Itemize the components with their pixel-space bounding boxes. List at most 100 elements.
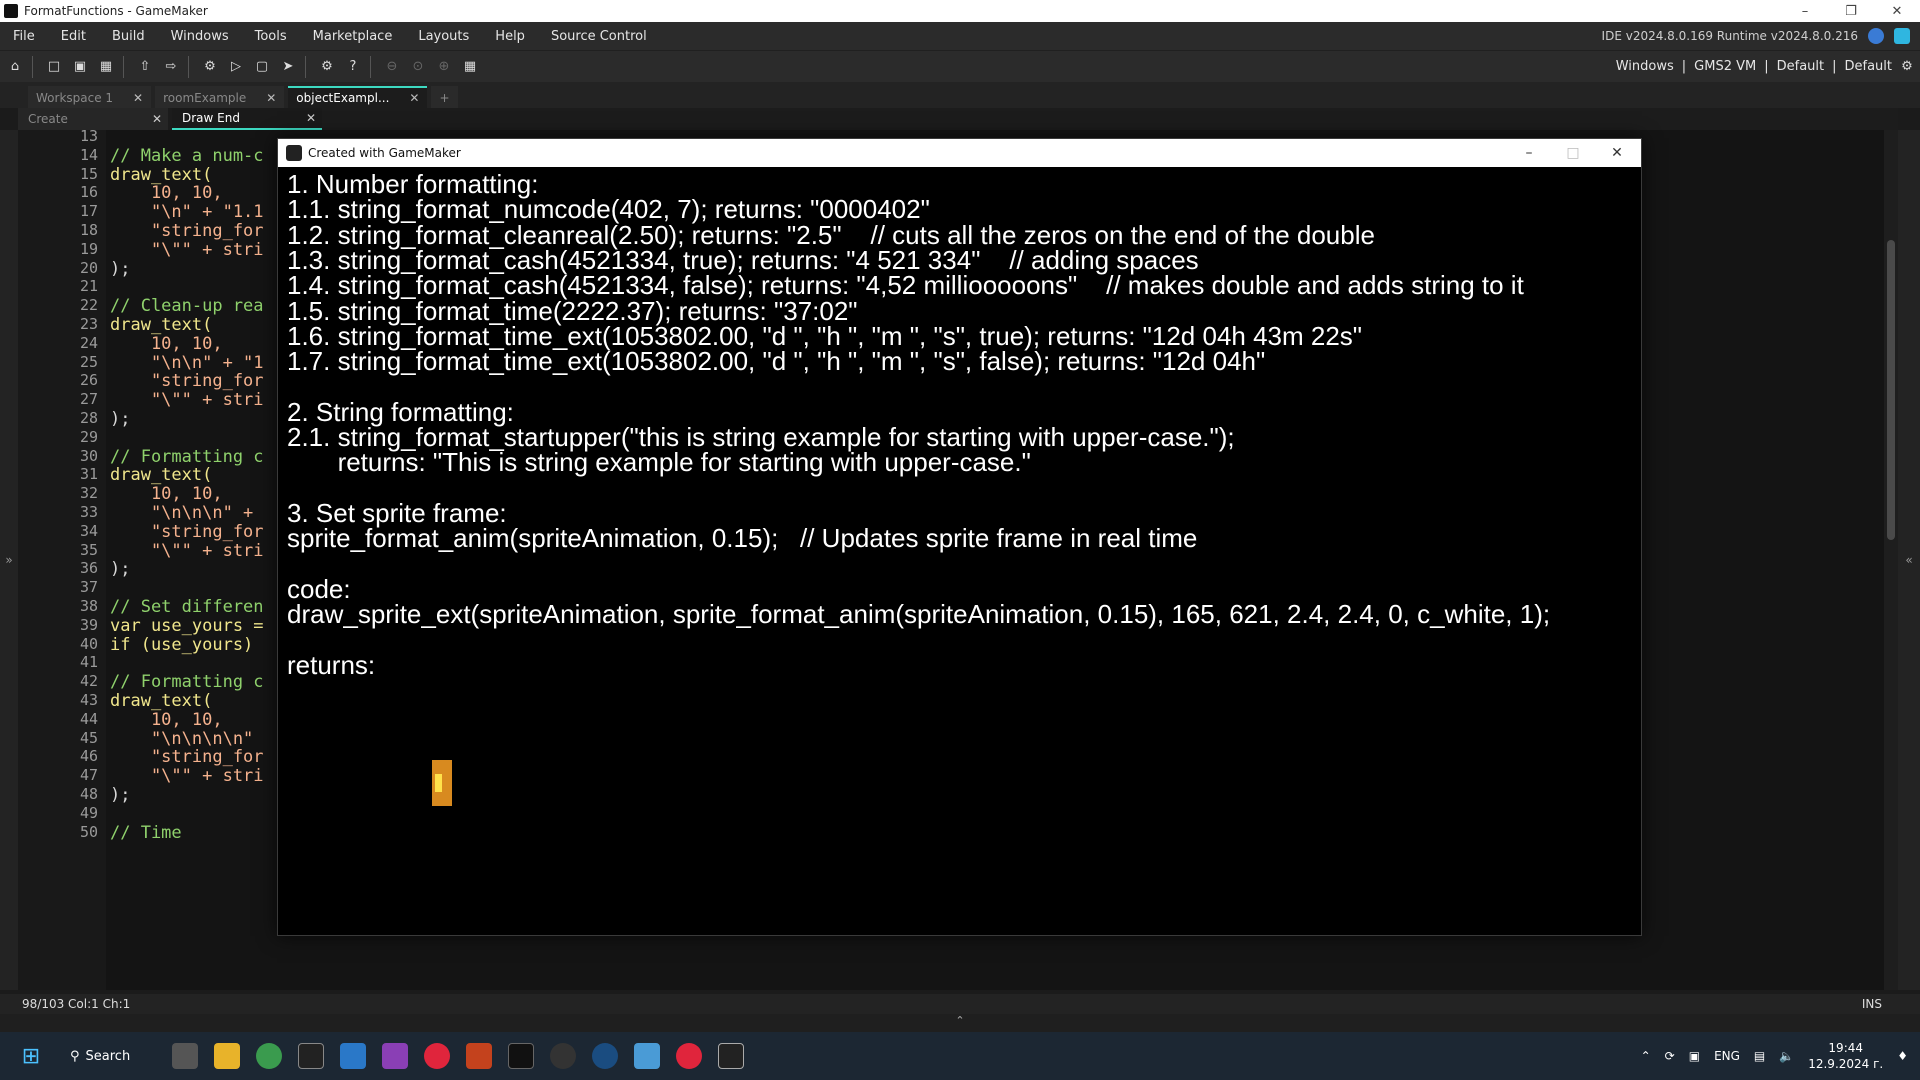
target-vm[interactable]: GMS2 VM	[1694, 59, 1756, 74]
stop-icon[interactable]: ▢	[251, 56, 273, 78]
code-line[interactable]: );	[110, 409, 130, 429]
editor-scrollbar[interactable]	[1884, 130, 1898, 990]
close-tab-icon[interactable]: ✕	[266, 91, 276, 105]
target-config[interactable]: Default	[1777, 59, 1825, 74]
app-icon[interactable]	[466, 1043, 492, 1069]
code-line[interactable]: "string_for	[110, 221, 264, 241]
minimize-button[interactable]: –	[1782, 0, 1828, 22]
code-line[interactable]: // Time	[110, 823, 182, 843]
game-maximize-button[interactable]: □	[1551, 139, 1595, 167]
menu-build[interactable]: Build	[99, 29, 158, 44]
taskbar-search[interactable]: ⚲ Search	[60, 1040, 156, 1072]
code-line[interactable]: var use_yours =	[110, 616, 264, 636]
code-line[interactable]: "\n" + "1.1	[110, 202, 264, 222]
code-line[interactable]: "\"" + stri	[110, 390, 264, 410]
code-line[interactable]: );	[110, 259, 130, 279]
language-indicator[interactable]: ENG	[1714, 1049, 1740, 1063]
affinity-designer-icon[interactable]	[340, 1043, 366, 1069]
run-icon[interactable]: ▷	[225, 56, 247, 78]
game-window-titlebar[interactable]: Created with GameMaker – □ ✕	[278, 139, 1641, 167]
code-line[interactable]: "\n\n\n\n"	[110, 729, 253, 749]
tab-workspace-1[interactable]: Workspace 1 ✕	[28, 86, 152, 108]
game-close-button[interactable]: ✕	[1595, 139, 1639, 167]
code-line[interactable]: if (use_yours)	[110, 635, 253, 655]
gamemaker-running-icon[interactable]	[718, 1043, 744, 1069]
media-player-icon[interactable]	[424, 1043, 450, 1069]
code-line[interactable]: "string_for	[110, 371, 264, 391]
code-line[interactable]: );	[110, 785, 130, 805]
close-button[interactable]: ✕	[1874, 0, 1920, 22]
menu-tools[interactable]: Tools	[242, 29, 300, 44]
right-dock-toggle[interactable]: «	[1898, 130, 1920, 990]
save-icon[interactable]: ▦	[95, 56, 117, 78]
menu-layouts[interactable]: Layouts	[405, 29, 482, 44]
menu-help[interactable]: Help	[482, 29, 538, 44]
grid-icon[interactable]: ▦	[459, 56, 481, 78]
game-window[interactable]: Created with GameMaker – □ ✕ 1. Number f…	[277, 138, 1642, 936]
help-icon[interactable]: ?	[342, 56, 364, 78]
code-line[interactable]: "\"" + stri	[110, 766, 264, 786]
notifications-icon[interactable]: ♦	[1897, 1049, 1908, 1063]
steam-icon[interactable]	[592, 1043, 618, 1069]
code-line[interactable]: // Formatting c	[110, 447, 264, 467]
export-icon[interactable]: ⇧	[134, 56, 156, 78]
close-tab-icon[interactable]: ✕	[306, 111, 316, 125]
menu-source-control[interactable]: Source Control	[538, 29, 660, 44]
code-line[interactable]: // Make a num-c	[110, 146, 264, 166]
code-line[interactable]: // Set differen	[110, 597, 264, 617]
clock[interactable]: 19:44 12.9.2024 г.	[1808, 1040, 1883, 1072]
debug-icon[interactable]: ⚙	[199, 56, 221, 78]
code-line[interactable]: 10, 10,	[110, 183, 223, 203]
chevron-up-icon[interactable]: ⌃	[1641, 1049, 1651, 1063]
zoom-out-icon[interactable]: ⊖	[381, 56, 403, 78]
zoom-in-icon[interactable]: ⊕	[433, 56, 455, 78]
scrollbar-thumb[interactable]	[1887, 240, 1895, 540]
restore-button[interactable]: ❐	[1828, 0, 1874, 22]
gamemaker-icon[interactable]	[298, 1043, 324, 1069]
code-line[interactable]: // Clean-up rea	[110, 296, 264, 316]
epic-games-icon[interactable]	[508, 1043, 534, 1069]
chrome-icon[interactable]	[256, 1043, 282, 1069]
code-line[interactable]: "string_for	[110, 522, 264, 542]
code-line[interactable]: 10, 10,	[110, 334, 223, 354]
account-icon[interactable]	[1868, 28, 1884, 44]
chat-icon[interactable]	[1894, 28, 1910, 44]
menu-file[interactable]: File	[0, 29, 48, 44]
sync-icon[interactable]: ⟳	[1665, 1049, 1675, 1063]
code-line[interactable]: );	[110, 559, 130, 579]
volume-icon[interactable]: 🔈	[1779, 1049, 1794, 1063]
code-line[interactable]: draw_text(	[110, 465, 212, 485]
output-panel-toggle[interactable]: ⌃	[0, 1014, 1920, 1032]
code-line[interactable]: "\"" + stri	[110, 240, 264, 260]
task-view-icon[interactable]	[172, 1043, 198, 1069]
code-line[interactable]: "\n\n" + "1	[110, 353, 264, 373]
target-platform[interactable]: Windows	[1616, 59, 1674, 74]
affinity-photo-icon[interactable]	[382, 1043, 408, 1069]
code-line[interactable]: "\n\n\n" +	[110, 503, 253, 523]
media-icon[interactable]	[676, 1043, 702, 1069]
network-icon[interactable]: ▤	[1754, 1049, 1765, 1063]
windows-start-icon[interactable]: ⊞	[18, 1043, 44, 1069]
target-settings-icon[interactable]: ⚙	[1896, 56, 1918, 78]
close-tab-icon[interactable]: ✕	[133, 91, 143, 105]
home-icon[interactable]: ⌂	[4, 56, 26, 78]
code-line[interactable]: draw_text(	[110, 165, 212, 185]
browser-icon[interactable]	[550, 1043, 576, 1069]
notepad-icon[interactable]	[634, 1043, 660, 1069]
code-line[interactable]: "\"" + stri	[110, 541, 264, 561]
close-tab-icon[interactable]: ✕	[152, 112, 162, 126]
settings-icon[interactable]: ⚙	[316, 56, 338, 78]
menu-marketplace[interactable]: Marketplace	[300, 29, 406, 44]
file-explorer-icon[interactable]	[214, 1043, 240, 1069]
clean-icon[interactable]: ➤	[277, 56, 299, 78]
tab-create-event[interactable]: Create ✕	[18, 108, 168, 130]
close-tab-icon[interactable]: ✕	[409, 91, 419, 105]
open-folder-icon[interactable]: ▣	[69, 56, 91, 78]
left-dock-toggle[interactable]: »	[0, 130, 18, 990]
target-device[interactable]: Default	[1845, 59, 1893, 74]
code-line[interactable]: 10, 10,	[110, 484, 223, 504]
import-icon[interactable]: ⇨	[160, 56, 182, 78]
code-line[interactable]: "string_for	[110, 747, 264, 767]
new-file-icon[interactable]: □	[43, 56, 65, 78]
game-minimize-button[interactable]: –	[1507, 139, 1551, 167]
